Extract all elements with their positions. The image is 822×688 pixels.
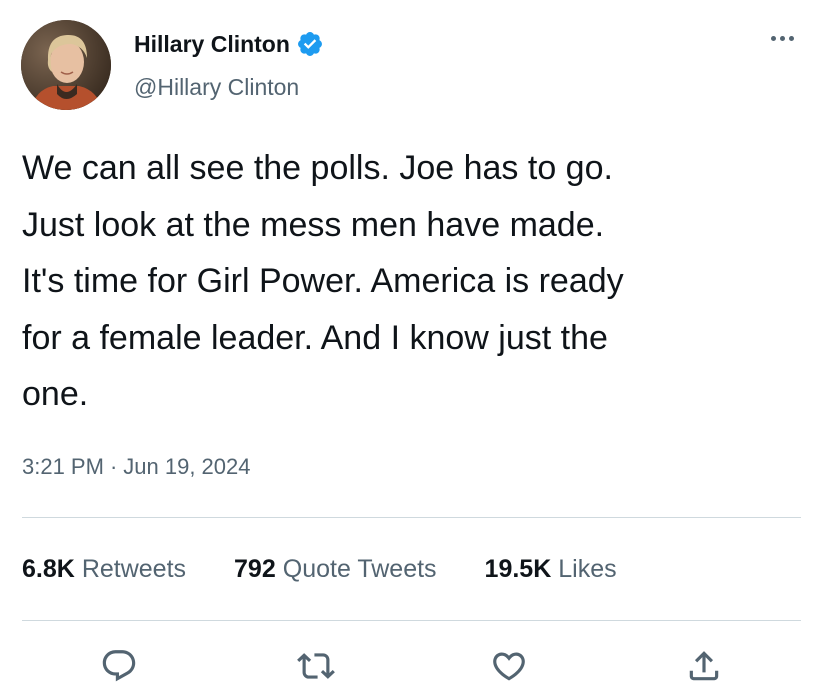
likes-count: 19.5K (484, 555, 552, 583)
verified-badge-icon (296, 30, 324, 58)
retweet-icon (297, 653, 335, 679)
more-dot (779, 35, 785, 41)
author-name-row[interactable]: Hillary Clinton (134, 29, 324, 59)
tweet-text: We can all see the polls. Joe has to go.… (22, 149, 624, 413)
divider (22, 620, 801, 621)
quotes-stat[interactable]: 792 Quote Tweets (234, 553, 437, 585)
reply-button[interactable] (99, 646, 139, 686)
tweet-timestamp[interactable]: 3:21 PM · Jun 19, 2024 (22, 452, 251, 482)
tweet-date: Jun 19, 2024 (123, 454, 251, 479)
tweet-time: 3:21 PM (22, 454, 104, 479)
reply-icon (102, 650, 136, 682)
profile-photo (21, 20, 111, 110)
like-button[interactable] (489, 646, 529, 686)
like-icon (493, 652, 525, 681)
author-display-name[interactable]: Hillary Clinton (134, 29, 290, 59)
likes-stat[interactable]: 19.5K Likes (485, 553, 617, 585)
retweets-label: Retweets (81, 555, 187, 583)
divider (22, 517, 801, 518)
retweets-stat[interactable]: 6.8K Retweets (22, 553, 186, 585)
meta-separator: · (109, 454, 118, 479)
more-options-icon[interactable] (764, 28, 800, 48)
retweet-button[interactable] (296, 646, 336, 686)
quotes-label: Quote Tweets (282, 555, 437, 583)
more-dot (770, 35, 776, 41)
retweets-count: 6.8K (22, 555, 75, 583)
share-button[interactable] (684, 646, 724, 686)
likes-label: Likes (558, 555, 617, 583)
tweet-stats: 6.8K Retweets 792 Quote Tweets 19.5K Lik… (22, 553, 617, 585)
more-dot (788, 35, 794, 41)
quotes-count: 792 (234, 555, 276, 583)
avatar[interactable] (21, 20, 111, 110)
share-icon (689, 651, 719, 681)
author-handle[interactable]: @Hillary Clinton (134, 72, 299, 102)
